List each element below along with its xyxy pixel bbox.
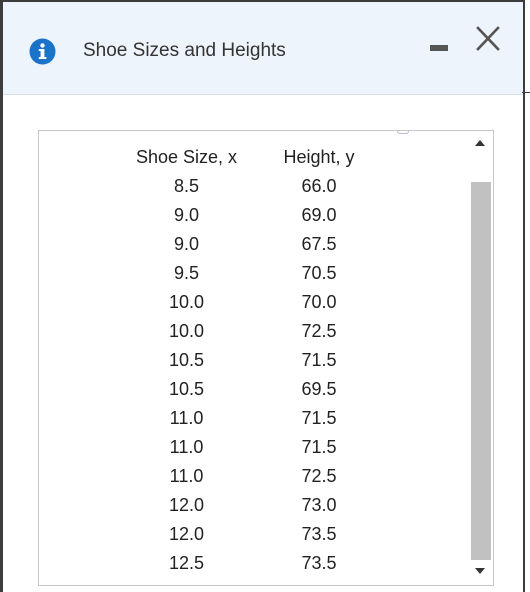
shoe-size-cell: 12.0 xyxy=(168,495,205,515)
panel-handle xyxy=(397,130,409,134)
scroll-down-arrow-icon[interactable] xyxy=(475,568,485,574)
minimize-icon xyxy=(430,45,448,51)
shoe-size-cell: 9.0 xyxy=(173,234,200,254)
column-header-shoe-size: Shoe Size, x xyxy=(135,147,238,167)
dialog-titlebar: Shoe Sizes and Heights xyxy=(3,2,523,95)
dialog-title: Shoe Sizes and Heights xyxy=(83,40,286,61)
table-header-row: Shoe Size, x Height, y xyxy=(109,143,374,172)
shoe-size-cell: 9.0 xyxy=(173,205,200,225)
height-cell: 71.5 xyxy=(301,408,337,428)
table-row: 12.5 73.5 xyxy=(109,549,374,578)
height-cell: 71.5 xyxy=(301,437,337,457)
height-cell: 69.5 xyxy=(301,379,337,399)
window-edge-tick xyxy=(522,92,530,93)
table-row: 9.0 69.0 xyxy=(109,201,374,230)
height-cell: 66.0 xyxy=(301,176,337,196)
close-icon xyxy=(476,26,500,51)
shoe-size-cell: 10.0 xyxy=(168,321,205,341)
table-row: 10.5 69.5 xyxy=(109,375,374,404)
close-button[interactable] xyxy=(473,24,503,54)
height-cell: 73.0 xyxy=(301,495,337,515)
shoe-size-cell: 10.5 xyxy=(168,350,205,370)
height-cell: 70.5 xyxy=(301,263,337,283)
table-row: 9.0 67.5 xyxy=(109,230,374,259)
shoe-size-cell: 8.5 xyxy=(173,176,200,196)
minimize-button[interactable] xyxy=(428,43,450,53)
height-cell: 72.5 xyxy=(301,321,337,341)
height-cell: 71.5 xyxy=(301,350,337,370)
data-table-panel: Shoe Size, x Height, y 8.5 66.0 9.0 69.0 9… xyxy=(38,130,494,586)
height-cell: 70.0 xyxy=(301,292,337,312)
table-row: 11.0 72.5 xyxy=(109,462,374,491)
scrollbar-thumb[interactable] xyxy=(471,182,491,560)
height-cell: 69.0 xyxy=(301,205,337,225)
vertical-scrollbar[interactable] xyxy=(469,134,491,582)
table-row: 11.0 71.5 xyxy=(109,404,374,433)
table-row: 10.5 71.5 xyxy=(109,346,374,375)
info-icon xyxy=(29,38,56,65)
height-cell: 73.5 xyxy=(301,553,337,573)
shoe-size-cell: 12.0 xyxy=(168,524,205,544)
dialog-window: Shoe Sizes and Heights Shoe Size, x Heig… xyxy=(0,0,525,592)
height-cell: 67.5 xyxy=(301,234,337,254)
height-cell: 72.5 xyxy=(301,466,337,486)
table-row: 12.0 73.0 xyxy=(109,491,374,520)
shoe-size-cell: 9.5 xyxy=(173,263,200,283)
scroll-up-arrow-icon[interactable] xyxy=(475,140,485,146)
shoe-size-cell: 11.0 xyxy=(169,437,204,457)
height-cell: 73.5 xyxy=(301,524,337,544)
table-row: 10.0 70.0 xyxy=(109,288,374,317)
shoe-size-cell: 10.0 xyxy=(168,292,205,312)
shoe-size-cell: 12.5 xyxy=(168,553,205,573)
table-row: 11.0 71.5 xyxy=(109,433,374,462)
table-row: 9.5 70.5 xyxy=(109,259,374,288)
shoe-size-cell: 11.0 xyxy=(169,408,204,428)
table-row: 12.0 73.5 xyxy=(109,520,374,549)
shoe-size-cell: 10.5 xyxy=(168,379,205,399)
shoe-height-table: Shoe Size, x Height, y 8.5 66.0 9.0 69.0 9… xyxy=(109,143,374,578)
table-row: 8.5 66.0 xyxy=(109,172,374,201)
table-row: 10.0 72.5 xyxy=(109,317,374,346)
shoe-size-cell: 11.0 xyxy=(169,466,204,486)
column-header-height: Height, y xyxy=(283,147,355,167)
